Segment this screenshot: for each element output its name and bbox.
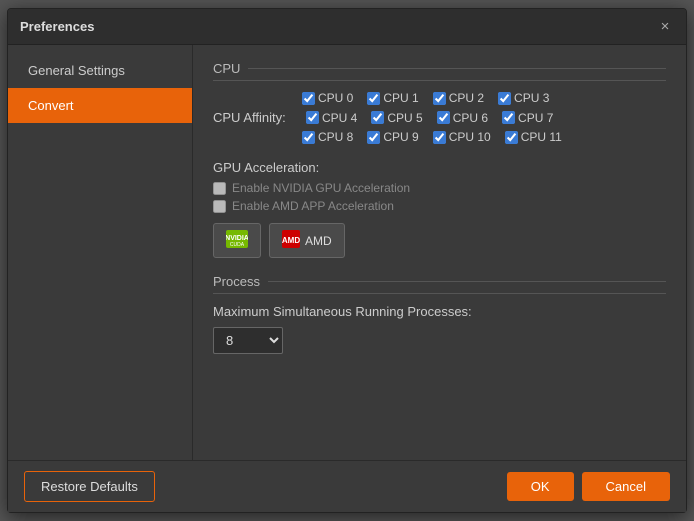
- cpu10-check[interactable]: CPU 10: [433, 130, 491, 144]
- cpu7-check[interactable]: CPU 7: [502, 111, 553, 125]
- cpu4-checkbox[interactable]: [306, 111, 319, 124]
- cpu1-checkbox[interactable]: [367, 92, 380, 105]
- cpu2-check[interactable]: CPU 2: [433, 91, 484, 105]
- cpu6-check[interactable]: CPU 6: [437, 111, 488, 125]
- process-section: Process Maximum Simultaneous Running Pro…: [213, 274, 666, 354]
- cpu4-check[interactable]: CPU 4: [306, 111, 357, 125]
- cpu7-checkbox[interactable]: [502, 111, 515, 124]
- ok-button[interactable]: OK: [507, 472, 574, 501]
- preferences-dialog: Preferences × General Settings Convert C…: [7, 8, 687, 513]
- cpu-row-0-3: CPU 0 CPU 1 CPU 2 CPU 3: [213, 91, 666, 105]
- cpu11-checkbox[interactable]: [505, 131, 518, 144]
- cpu5-checkbox[interactable]: [371, 111, 384, 124]
- cpu-row-8-11: CPU 8 CPU 9 CPU 10 CPU 11: [213, 130, 666, 144]
- gpu-amd-label: Enable AMD APP Acceleration: [232, 199, 394, 213]
- dialog-title: Preferences: [20, 19, 94, 34]
- gpu-section: GPU Acceleration: Enable NVIDIA GPU Acce…: [213, 160, 666, 258]
- cpu1-check[interactable]: CPU 1: [367, 91, 418, 105]
- amd-button-label: AMD: [305, 234, 332, 248]
- footer-right: OK Cancel: [507, 472, 670, 501]
- process-label: Maximum Simultaneous Running Processes:: [213, 304, 666, 319]
- restore-defaults-button[interactable]: Restore Defaults: [24, 471, 155, 502]
- cpu-group-4-7: CPU 4 CPU 5 CPU 6 CPU 7: [306, 111, 553, 125]
- cpu0-checkbox[interactable]: [302, 92, 315, 105]
- cpu5-check[interactable]: CPU 5: [371, 111, 422, 125]
- svg-text:AMD: AMD: [282, 236, 300, 245]
- cpu3-check[interactable]: CPU 3: [498, 91, 549, 105]
- cpu-group-8-11: CPU 8 CPU 9 CPU 10 CPU 11: [302, 130, 562, 144]
- svg-text:CUDA: CUDA: [230, 242, 245, 248]
- dialog-footer: Restore Defaults OK Cancel: [8, 460, 686, 512]
- cancel-button[interactable]: Cancel: [582, 472, 670, 501]
- cpu11-check[interactable]: CPU 11: [505, 130, 562, 144]
- gpu-amd-option: Enable AMD APP Acceleration: [213, 199, 666, 213]
- main-content: CPU CPU 0 CPU 1: [193, 45, 686, 460]
- cpu8-check[interactable]: CPU 8: [302, 130, 353, 144]
- process-section-title: Process: [213, 274, 666, 294]
- cpu0-check[interactable]: CPU 0: [302, 91, 353, 105]
- cpu-affinity-label: CPU Affinity:: [213, 110, 298, 125]
- gpu-nvidia-label: Enable NVIDIA GPU Acceleration: [232, 181, 410, 195]
- cpu6-checkbox[interactable]: [437, 111, 450, 124]
- sidebar-item-general-settings[interactable]: General Settings: [8, 53, 192, 88]
- cpu10-checkbox[interactable]: [433, 131, 446, 144]
- sidebar: General Settings Convert: [8, 45, 193, 460]
- amd-icon: AMD: [282, 230, 300, 251]
- gpu-amd-checkbox[interactable]: [213, 200, 226, 213]
- cpu9-check[interactable]: CPU 9: [367, 130, 418, 144]
- nvidia-button[interactable]: NVIDIA CUDA: [213, 223, 261, 258]
- close-button[interactable]: ×: [656, 18, 674, 36]
- gpu-nvidia-option: Enable NVIDIA GPU Acceleration: [213, 181, 666, 195]
- cpu3-checkbox[interactable]: [498, 92, 511, 105]
- amd-button[interactable]: AMD AMD: [269, 223, 345, 258]
- process-select[interactable]: 1 2 4 8 16: [213, 327, 283, 354]
- title-bar: Preferences ×: [8, 9, 686, 45]
- cpu-affinity-row: CPU Affinity: CPU 4 CPU 5 CPU 6: [213, 110, 666, 125]
- cpu9-checkbox[interactable]: [367, 131, 380, 144]
- svg-text:NVIDIA: NVIDIA: [226, 235, 248, 242]
- sidebar-item-convert[interactable]: Convert: [8, 88, 192, 123]
- cpu8-checkbox[interactable]: [302, 131, 315, 144]
- nvidia-icon: NVIDIA CUDA: [226, 230, 248, 251]
- cpu-section: CPU CPU 0 CPU 1: [213, 61, 666, 144]
- cpu-section-title: CPU: [213, 61, 666, 81]
- dialog-body: General Settings Convert CPU: [8, 45, 686, 460]
- gpu-buttons: NVIDIA CUDA AMD AMD: [213, 223, 666, 258]
- gpu-section-label: GPU Acceleration:: [213, 160, 666, 175]
- cpu-group-0-3: CPU 0 CPU 1 CPU 2 CPU 3: [302, 91, 549, 105]
- gpu-nvidia-checkbox[interactable]: [213, 182, 226, 195]
- cpu2-checkbox[interactable]: [433, 92, 446, 105]
